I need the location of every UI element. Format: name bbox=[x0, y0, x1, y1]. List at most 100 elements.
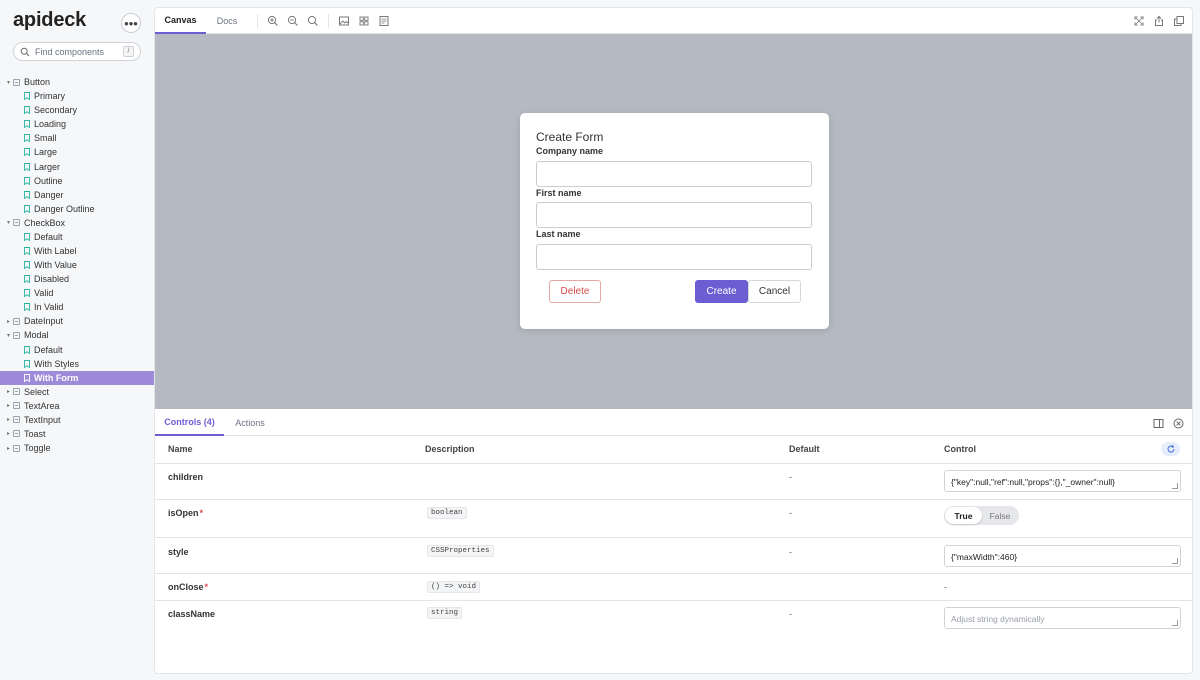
tree-group-select[interactable]: ▸ Select bbox=[0, 385, 154, 399]
tree-item-label: CheckBox bbox=[24, 217, 66, 228]
header-control: Control bbox=[944, 444, 976, 454]
tab-controls[interactable]: Controls (4) bbox=[155, 409, 224, 436]
bookmark-icon bbox=[24, 120, 30, 129]
tree-group-toast[interactable]: ▸ Toast bbox=[0, 427, 154, 441]
share-icon[interactable] bbox=[1153, 15, 1165, 27]
tree-item-label: With Form bbox=[34, 372, 79, 383]
last-name-input[interactable] bbox=[536, 244, 812, 270]
grid-icon[interactable] bbox=[358, 15, 370, 27]
tree-story-modal-default[interactable]: Default bbox=[0, 342, 154, 356]
fullscreen-icon[interactable] bbox=[1133, 15, 1145, 27]
tree-story-button-danger[interactable]: Danger bbox=[0, 188, 154, 202]
tree-group-dateinput[interactable]: ▸ DateInput bbox=[0, 314, 154, 328]
prop-name-text: isOpen bbox=[168, 508, 199, 518]
chevron-down-icon: ▾ bbox=[6, 332, 10, 339]
children-control-textarea[interactable]: {"key":null,"ref":null,"props":{},"_owne… bbox=[944, 470, 1181, 492]
prop-default: - bbox=[789, 508, 792, 518]
component-icon bbox=[13, 402, 20, 410]
toggle-false-option[interactable]: False bbox=[982, 511, 1018, 521]
tree-item-label: With Label bbox=[34, 245, 77, 256]
style-control-textarea[interactable]: {"maxWidth":460} bbox=[944, 545, 1181, 567]
create-button[interactable]: Create bbox=[695, 280, 748, 303]
tree-group-textarea[interactable]: ▸ TextArea bbox=[0, 399, 154, 413]
sidebar: apideck ••• Find components / ▾ Button Pri… bbox=[0, 0, 154, 680]
menu-button[interactable]: ••• bbox=[121, 13, 141, 33]
cancel-button[interactable]: Cancel bbox=[748, 280, 801, 303]
tree-story-checkbox-with-value[interactable]: With Value bbox=[0, 258, 154, 272]
prop-type: boolean bbox=[427, 507, 467, 519]
first-name-input[interactable] bbox=[536, 202, 812, 228]
tree-story-checkbox-valid[interactable]: Valid bbox=[0, 286, 154, 300]
tree-story-modal-with-form[interactable]: With Form bbox=[0, 370, 154, 385]
chevron-down-icon: ▾ bbox=[6, 79, 10, 86]
tree-item-label: Small bbox=[34, 133, 57, 144]
close-panel-icon[interactable] bbox=[1173, 418, 1184, 429]
bookmark-icon bbox=[24, 204, 30, 213]
bookmark-icon bbox=[24, 345, 30, 354]
reset-controls-button[interactable] bbox=[1161, 442, 1180, 456]
prop-name: isOpen* bbox=[168, 508, 203, 518]
tab-docs[interactable]: Docs bbox=[206, 8, 248, 34]
tree-story-button-primary[interactable]: Primary bbox=[0, 89, 154, 103]
toggle-true-option[interactable]: True bbox=[945, 507, 982, 524]
tree-group-button[interactable]: ▾ Button bbox=[0, 75, 154, 89]
tree-item-label: Default bbox=[34, 344, 63, 355]
tree-story-button-small[interactable]: Small bbox=[0, 131, 154, 145]
zoom-out-icon[interactable] bbox=[287, 15, 299, 27]
tree-story-button-outline[interactable]: Outline bbox=[0, 174, 154, 188]
prop-default: - bbox=[789, 609, 792, 619]
tree-item-label: In Valid bbox=[34, 302, 64, 313]
tree-story-checkbox-in-valid[interactable]: In Valid bbox=[0, 300, 154, 314]
component-icon bbox=[13, 388, 20, 396]
tab-actions[interactable]: Actions bbox=[224, 409, 276, 436]
isopen-boolean-toggle[interactable]: True False bbox=[944, 506, 1019, 525]
zoom-in-icon[interactable] bbox=[267, 15, 279, 27]
tree-group-toggle[interactable]: ▸ Toggle bbox=[0, 441, 154, 455]
prop-name: style bbox=[168, 547, 189, 557]
tree-story-checkbox-disabled[interactable]: Disabled bbox=[0, 272, 154, 286]
classname-control-input[interactable]: Adjust string dynamically bbox=[944, 607, 1181, 629]
search-input[interactable]: Find components bbox=[35, 47, 123, 57]
tree-story-checkbox-with-label[interactable]: With Label bbox=[0, 244, 154, 258]
tree-story-button-danger-outline[interactable]: Danger Outline bbox=[0, 202, 154, 216]
bookmark-icon bbox=[24, 148, 30, 157]
tree-story-button-loading[interactable]: Loading bbox=[0, 117, 154, 131]
prop-name-text: onClose bbox=[168, 582, 204, 592]
background-icon[interactable] bbox=[338, 15, 350, 27]
reset-icon bbox=[1166, 444, 1176, 454]
component-tree: ▾ Button Primary Secondary Loading Small Large… bbox=[0, 75, 154, 455]
tree-story-checkbox-default[interactable]: Default bbox=[0, 230, 154, 244]
zoom-reset-icon[interactable] bbox=[307, 15, 319, 27]
component-icon bbox=[13, 430, 20, 438]
bookmark-icon bbox=[24, 359, 30, 368]
chevron-right-icon: ▸ bbox=[6, 431, 10, 438]
tree-story-button-larger[interactable]: Larger bbox=[0, 159, 154, 173]
tree-item-label: Button bbox=[24, 77, 51, 88]
copy-icon[interactable] bbox=[1173, 15, 1185, 27]
search-box[interactable]: Find components / bbox=[13, 42, 141, 61]
bookmark-icon bbox=[24, 190, 30, 199]
create-form-modal: Create Form Company name First name Last… bbox=[520, 113, 829, 329]
tab-canvas[interactable]: Canvas bbox=[155, 8, 206, 34]
tree-group-checkbox[interactable]: ▾ CheckBox bbox=[0, 216, 154, 230]
prop-type: () => void bbox=[427, 581, 481, 593]
chevron-down-icon: ▾ bbox=[6, 220, 10, 227]
tree-group-modal[interactable]: ▾ Modal bbox=[0, 328, 154, 342]
tree-story-button-large[interactable]: Large bbox=[0, 145, 154, 159]
control-row-onclose: onClose* () => void - bbox=[155, 574, 1192, 601]
brand-logo[interactable]: apideck bbox=[13, 9, 86, 32]
panel-orientation-icon[interactable] bbox=[1153, 418, 1164, 429]
tree-item-label: DateInput bbox=[24, 316, 64, 327]
toolbar-divider bbox=[257, 14, 258, 28]
required-marker: * bbox=[204, 582, 209, 592]
tree-group-textinput[interactable]: ▸ TextInput bbox=[0, 413, 154, 427]
tree-story-modal-with-styles[interactable]: With Styles bbox=[0, 357, 154, 371]
outline-icon[interactable] bbox=[378, 15, 390, 27]
header-name: Name bbox=[168, 444, 193, 454]
company-name-input[interactable] bbox=[536, 161, 812, 187]
delete-button[interactable]: Delete bbox=[549, 280, 601, 303]
onclose-control: - bbox=[944, 582, 947, 592]
bookmark-icon bbox=[24, 247, 30, 255]
tree-story-button-secondary[interactable]: Secondary bbox=[0, 103, 154, 117]
prop-name: children bbox=[168, 472, 204, 482]
